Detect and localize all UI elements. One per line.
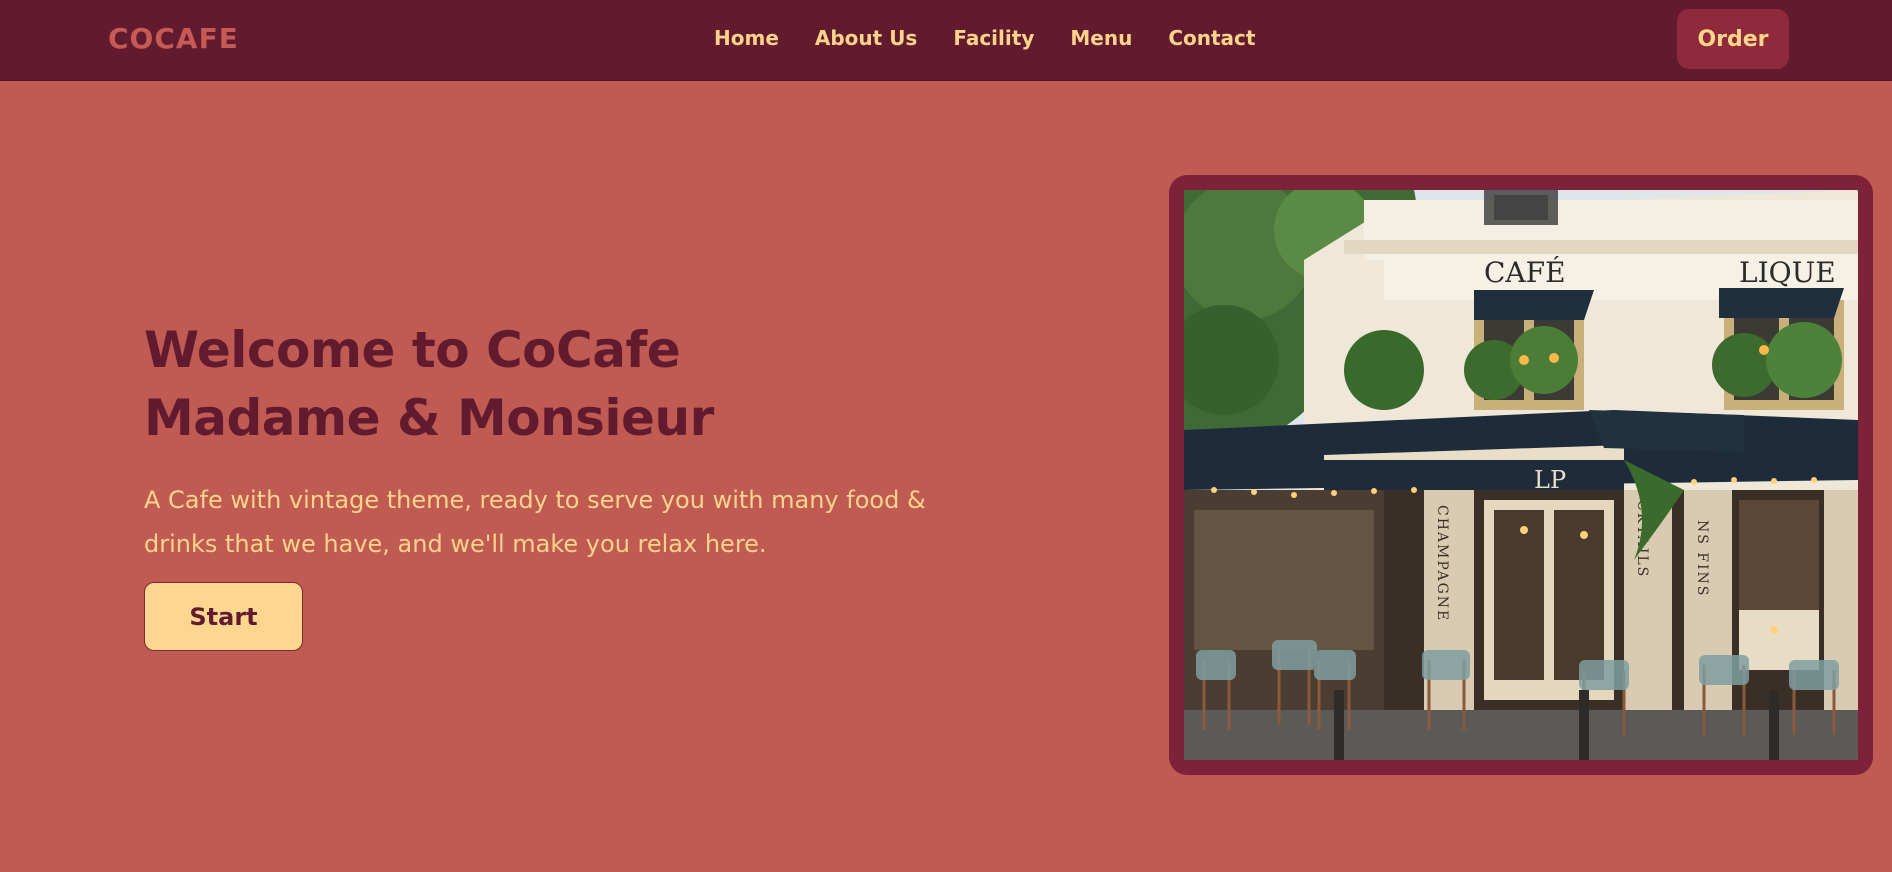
- nav-link-menu[interactable]: Menu: [1070, 26, 1132, 50]
- cafe-storefront-image: CAFÉ LIQUE LP CHAMPAGNE NS FINS: [1184, 190, 1858, 760]
- nav-link-facility[interactable]: Facility: [953, 26, 1034, 50]
- sign-lp: LP: [1534, 466, 1566, 494]
- sign-cafe: CAFÉ: [1484, 256, 1566, 289]
- sign-champagne: CHAMPAGNE: [1434, 505, 1450, 622]
- hero-title-line-2: Madame & Monsieur: [144, 389, 714, 447]
- nav-link-contact[interactable]: Contact: [1168, 26, 1255, 50]
- nav-link-home[interactable]: Home: [714, 26, 779, 50]
- sign-lique: LIQUE: [1739, 256, 1836, 289]
- hero-description: A Cafe with vintage theme, ready to serv…: [144, 486, 926, 558]
- start-button[interactable]: Start: [144, 582, 303, 651]
- nav-links: Home About Us Facility Menu Contact: [714, 26, 1255, 50]
- hero-title: Welcome to CoCafe Madame & Monsieur: [144, 316, 714, 452]
- navbar: COCAFE Home About Us Facility Menu Conta…: [0, 0, 1892, 81]
- hero-title-line-1: Welcome to CoCafe: [144, 321, 681, 379]
- sign-nsfins: NS FINS: [1694, 520, 1710, 597]
- hero-image-frame: CAFÉ LIQUE LP CHAMPAGNE NS FINS: [1169, 175, 1873, 775]
- order-button[interactable]: Order: [1677, 9, 1789, 69]
- nav-link-about-us[interactable]: About Us: [815, 26, 917, 50]
- logo[interactable]: COCAFE: [108, 22, 239, 55]
